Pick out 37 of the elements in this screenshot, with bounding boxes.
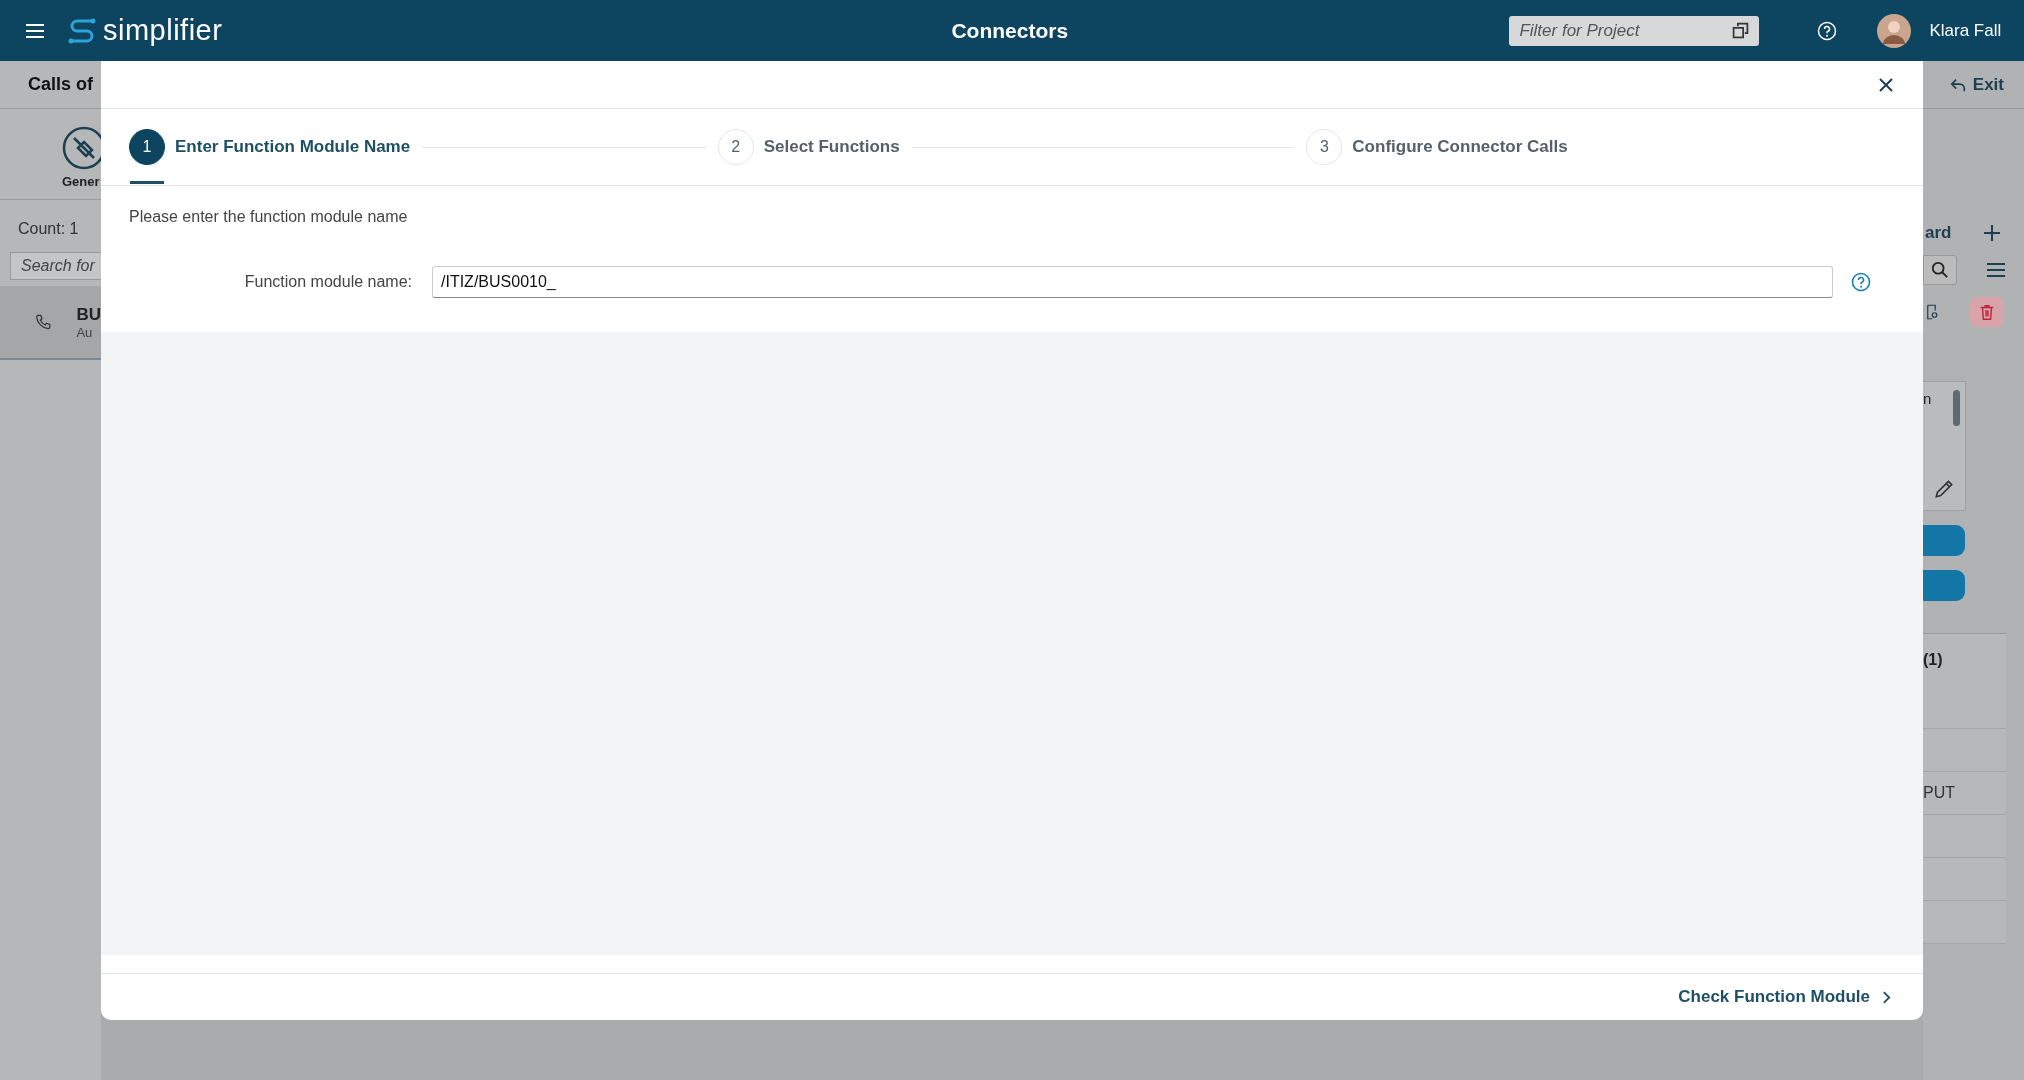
trash-icon bbox=[1978, 303, 1996, 321]
wizard-step[interactable]: 3 Configure Connector Calls bbox=[1306, 109, 1568, 185]
pencil-icon[interactable] bbox=[1933, 478, 1955, 500]
item-title: BU bbox=[76, 304, 101, 325]
tab-label[interactable]: Gener bbox=[62, 174, 100, 189]
app-logo: simplifier bbox=[103, 14, 223, 47]
close-icon[interactable] bbox=[1879, 77, 1893, 92]
help-icon[interactable] bbox=[1851, 272, 1871, 292]
page-heading: Calls of bbox=[28, 74, 93, 95]
field-label: Function module name: bbox=[243, 273, 412, 291]
phone-icon bbox=[35, 313, 52, 331]
wizard-step[interactable]: 2 Select Functions bbox=[717, 109, 900, 185]
search-button[interactable] bbox=[1923, 255, 1957, 285]
exit-button[interactable]: Exit bbox=[1948, 74, 2004, 95]
chevron-right-icon bbox=[1882, 990, 1891, 1004]
list-item[interactable]: BU Au bbox=[0, 286, 101, 360]
function-module-input[interactable]: /ITIZ/BUS0010_ bbox=[432, 266, 1833, 298]
menu-icon[interactable] bbox=[1986, 262, 2006, 278]
document-search-icon[interactable] bbox=[1927, 302, 1939, 322]
project-filter-field[interactable]: Filter for Project bbox=[1509, 15, 1760, 46]
item-subtitle: Au bbox=[76, 324, 94, 340]
cell-text: PUT bbox=[1923, 784, 1955, 802]
scrollbar-thumb[interactable] bbox=[1953, 390, 1960, 426]
plus-icon[interactable] bbox=[1982, 223, 2002, 243]
check-function-module-button[interactable]: Check Function Module bbox=[1678, 987, 1891, 1007]
copy-icon[interactable] bbox=[1732, 21, 1750, 39]
instruction-text: Please enter the function module name bbox=[129, 208, 409, 226]
search-icon bbox=[1931, 261, 1949, 279]
page-title: Connectors bbox=[951, 18, 1070, 43]
wizard-step[interactable]: 1 Enter Function Module Name bbox=[129, 109, 411, 185]
user-name[interactable]: Klara Fall bbox=[1929, 20, 2002, 41]
delete-button[interactable] bbox=[1970, 297, 2004, 327]
panel-text: n bbox=[1923, 390, 1932, 407]
avatar-icon[interactable] bbox=[1877, 13, 1912, 48]
search-field[interactable]: Search for bbox=[10, 252, 101, 280]
wizard-link[interactable]: ard bbox=[1925, 223, 1952, 243]
section-count: (1) bbox=[1923, 651, 1943, 669]
